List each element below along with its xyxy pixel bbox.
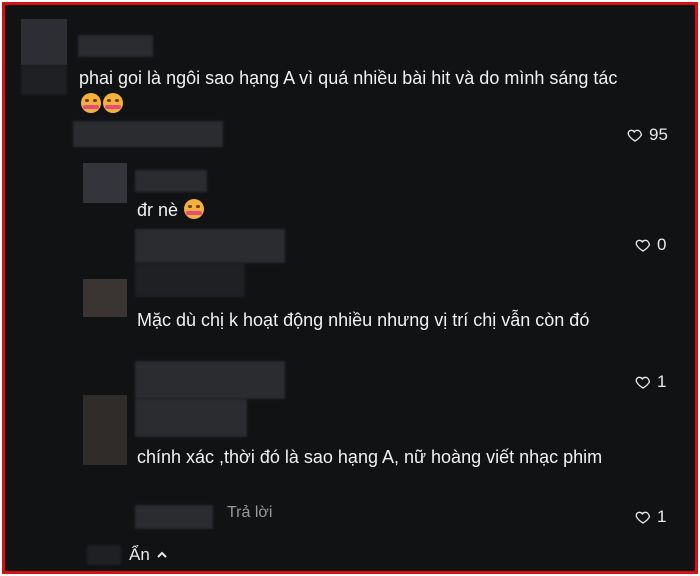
reply-text: đr nè	[137, 197, 607, 223]
like-button[interactable]: 0	[635, 235, 666, 255]
reply-text: Mặc dù chị k hoạt động nhiều nhưng vị tr…	[137, 307, 607, 333]
screenshot-frame: phai goi là ngôi sao hạng A vì quá nhiều…	[2, 2, 698, 574]
heart-icon	[635, 511, 651, 524]
like-count: 95	[649, 125, 668, 144]
reply-text-content: Mặc dù chị k hoạt động nhiều nhưng vị tr…	[137, 310, 590, 330]
avatar[interactable]	[83, 395, 127, 465]
hide-label: Ẩn	[129, 545, 150, 564]
username-redacted[interactable]	[78, 35, 153, 57]
smiling-face-with-hearts-icon	[103, 93, 123, 113]
metadata-redacted	[73, 121, 223, 147]
comment-thread: phai goi là ngôi sao hạng A vì quá nhiều…	[5, 5, 695, 571]
avatar[interactable]	[83, 279, 127, 317]
timestamp-redacted	[135, 505, 213, 529]
heart-icon	[635, 376, 651, 389]
reply-button[interactable]: Trả lời	[227, 504, 272, 522]
metadata-redacted	[135, 229, 285, 263]
comment-text-content: phai goi là ngôi sao hạng A vì quá nhiều…	[79, 68, 618, 88]
metadata-redacted	[135, 361, 285, 399]
like-button[interactable]: 95	[627, 125, 668, 145]
username-redacted[interactable]	[135, 399, 247, 437]
reply-text-content: đr nè	[137, 200, 179, 220]
heart-icon	[635, 239, 651, 252]
chevron-up-icon	[157, 551, 167, 558]
like-count: 0	[657, 235, 667, 254]
like-count: 1	[657, 507, 667, 526]
username-redacted[interactable]	[135, 170, 207, 192]
username-redacted	[135, 263, 245, 297]
smiling-face-with-hearts-icon	[184, 199, 205, 219]
hide-replies-button[interactable]: Ẩn	[129, 545, 168, 565]
like-count: 1	[657, 372, 667, 391]
like-button[interactable]: 1	[635, 372, 666, 392]
avatar[interactable]	[83, 163, 127, 203]
heart-icon	[627, 129, 643, 142]
smiling-face-with-hearts-icon	[81, 93, 101, 113]
like-button[interactable]: 1	[635, 507, 666, 527]
avatar-redacted-lower	[21, 65, 67, 95]
reply-text-content: chính xác ,thời đó là sao hạng A, nữ hoà…	[137, 447, 603, 467]
avatar-redacted	[87, 545, 121, 565]
reply-text: chính xác ,thời đó là sao hạng A, nữ hoà…	[137, 444, 607, 470]
comment-text: phai goi là ngôi sao hạng A vì quá nhiều…	[79, 65, 639, 117]
avatar[interactable]	[21, 19, 67, 65]
